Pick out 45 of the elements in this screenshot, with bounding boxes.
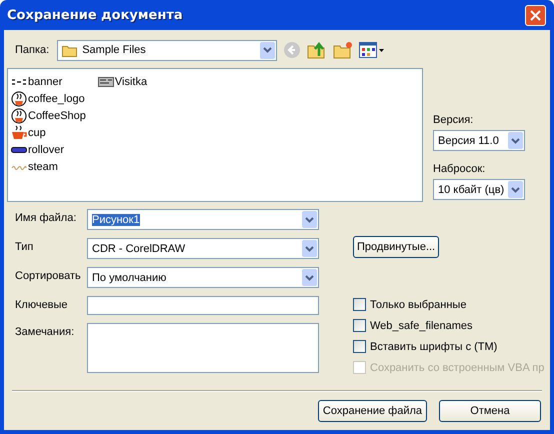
checkbox-label: Сохранить со встроенным VBA пр [370,362,544,374]
file-item[interactable]: CoffeeShop [11,107,86,124]
cup-icon [11,124,27,140]
checkbox-label: Вставить шрифты с (TM) [370,340,498,352]
checkbox[interactable] [353,319,366,332]
file-item[interactable]: banner [11,73,86,90]
field-label: Сортировать [15,269,82,282]
field-label: Ключевые [15,298,69,311]
dropdown-field[interactable]: CDR - CorelDRAW [87,238,319,259]
file-item[interactable]: Visitka [98,73,148,90]
logo-icon [11,90,27,106]
dropdown-field[interactable]: Рисунок1 [87,209,319,230]
rollover-icon [11,146,27,154]
close-icon[interactable] [530,10,541,20]
thumbnail-label: Набросок: [433,163,486,175]
notes-field[interactable] [87,323,319,373]
close-button[interactable] [525,4,546,26]
file-item[interactable]: coffee_logo [11,90,86,107]
folder-label: Папка: [15,44,50,56]
window-title: Сохранение документа [7,8,183,22]
checkbox[interactable] [353,298,366,311]
checkbox-label: Web_safe_filenames [370,320,473,332]
file-item[interactable]: cup [11,124,86,141]
file-item[interactable]: rollover [11,141,86,158]
new-folder-icon[interactable] [333,41,354,59]
dropdown-field[interactable]: По умолчанию [87,267,319,288]
version-label: Версия: [433,114,474,126]
field-label: Замечания: [15,325,76,338]
view-menu-icon[interactable] [359,42,386,58]
folder-icon [62,44,78,56]
dialog-button[interactable]: Сохранение файла [318,400,427,422]
input-field[interactable] [87,296,319,315]
checkbox-label: Только выбранные [370,298,466,310]
file-item[interactable]: steam [11,158,86,175]
checkbox[interactable] [353,340,366,353]
card-icon [98,76,114,88]
field-label: Тип [15,240,34,253]
logo-icon [11,108,27,124]
folder-dropdown[interactable]: Sample Files [57,40,278,60]
version-dropdown[interactable]: Версия 11.0 [433,130,525,151]
thumbnail-dropdown[interactable]: 10 кбайт (цв) [433,179,525,200]
field-label: Имя файла: [15,211,78,224]
advanced-button[interactable]: Продвинутые... [353,236,440,258]
dialog-button[interactable]: Отмена [439,400,541,422]
up-folder-icon[interactable] [307,41,328,59]
